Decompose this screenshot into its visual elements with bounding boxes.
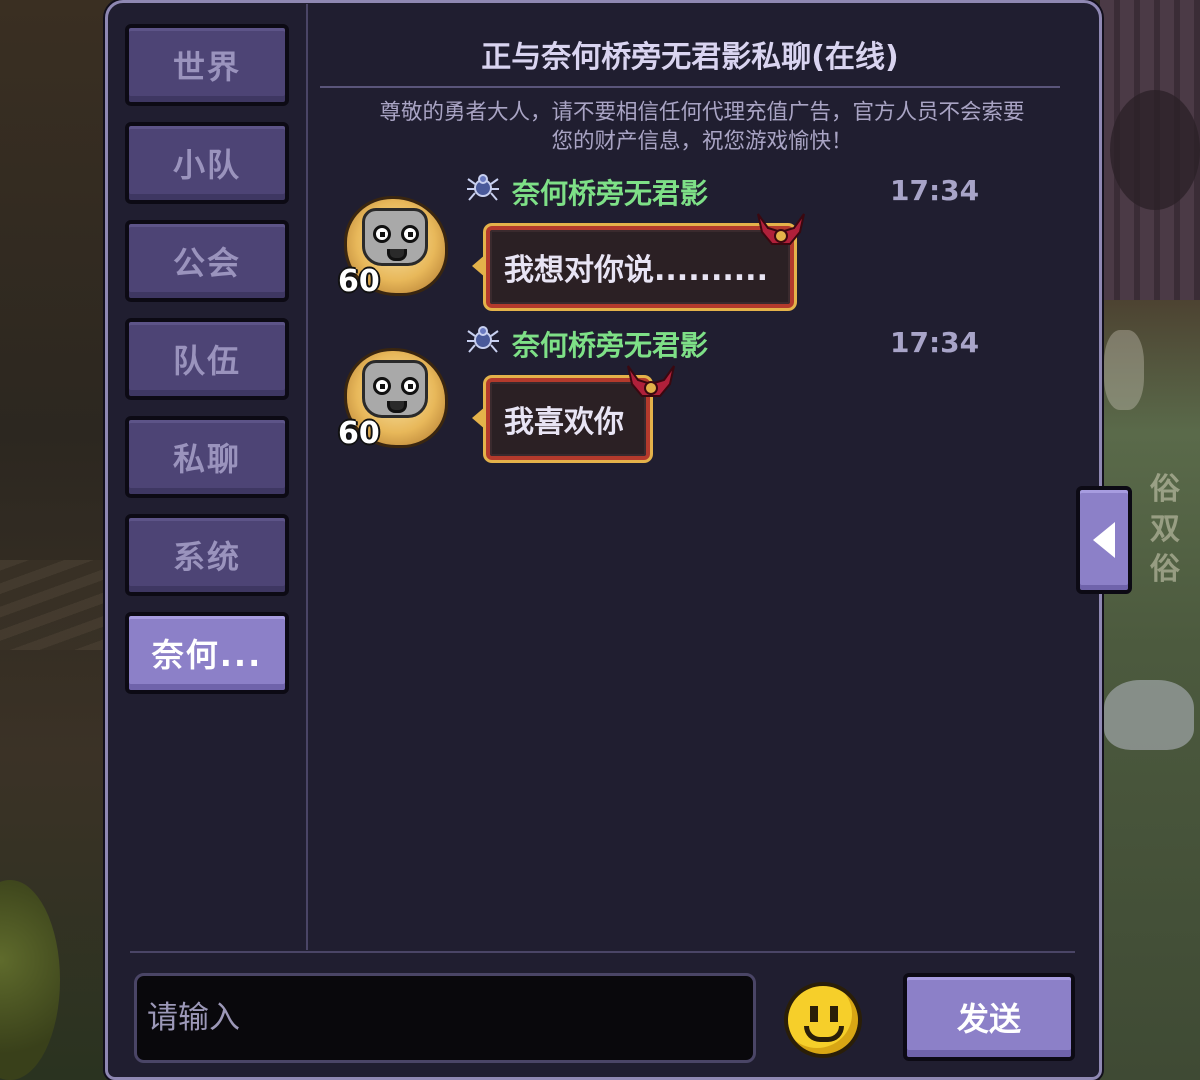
chat-title: 正与奈何桥旁无君影私聊(在线) <box>481 40 899 75</box>
notice-text: 尊敬的勇者大人，请不要相信任何代理充值广告，官方人员不会索要 您的财产信息，祝您… <box>316 98 1088 162</box>
sender-name[interactable]: 奈何桥旁无君影 <box>512 324 708 364</box>
bubble-tail <box>472 406 486 430</box>
chat-message: 60 奈何桥旁无君影 17:34 我喜欢你 <box>330 322 1010 472</box>
message-time: 17:34 <box>890 174 980 207</box>
triangle-left-icon <box>1093 522 1115 558</box>
tab-world[interactable]: 世界 <box>125 24 289 106</box>
message-bubble: 我想对你说.......... <box>486 226 794 308</box>
background-character <box>1104 680 1194 750</box>
title-divider <box>320 86 1060 88</box>
tab-squad[interactable]: 小队 <box>125 122 289 204</box>
gray-creature-avatar-icon[interactable]: 60 <box>338 192 452 304</box>
sidebar-divider <box>306 4 308 950</box>
collapse-panel-button[interactable] <box>1076 486 1132 594</box>
demon-horns-icon <box>627 365 675 397</box>
demon-horns-icon <box>757 213 805 245</box>
avatar-face <box>362 208 428 266</box>
tab-private-chat[interactable]: 私聊 <box>125 416 289 498</box>
message-time: 17:34 <box>890 326 980 359</box>
background-building <box>1100 0 1200 300</box>
level-badge: 60 <box>338 264 380 299</box>
tab-guild[interactable]: 公会 <box>125 220 289 302</box>
chat-input[interactable] <box>134 973 756 1063</box>
tab-current-private-contact[interactable]: 奈何... <box>125 612 289 694</box>
sender-name[interactable]: 奈何桥旁无君影 <box>512 172 708 212</box>
background-character <box>1104 330 1144 410</box>
bubble-tail <box>472 254 486 278</box>
tab-team[interactable]: 队伍 <box>125 318 289 400</box>
chat-message: 60 奈何桥旁无君影 17:34 我想对你说.......... <box>330 170 1010 320</box>
notice-line: 尊敬的勇者大人，请不要相信任何代理充值广告，官方人员不会索要 <box>379 100 1025 125</box>
spider-icon <box>467 174 499 201</box>
background-sign-text: 俗双俗 <box>1150 472 1180 587</box>
smiley-icon[interactable] <box>784 982 862 1058</box>
avatar-face <box>362 360 428 418</box>
spider-icon <box>467 326 499 353</box>
gray-creature-avatar-icon[interactable]: 60 <box>338 344 452 456</box>
send-button[interactable]: 发送 <box>903 973 1075 1061</box>
bottom-divider <box>130 951 1075 953</box>
tab-system[interactable]: 系统 <box>125 514 289 596</box>
notice-line: 您的财产信息，祝您游戏愉快！ <box>551 129 853 154</box>
level-badge: 60 <box>338 416 380 451</box>
